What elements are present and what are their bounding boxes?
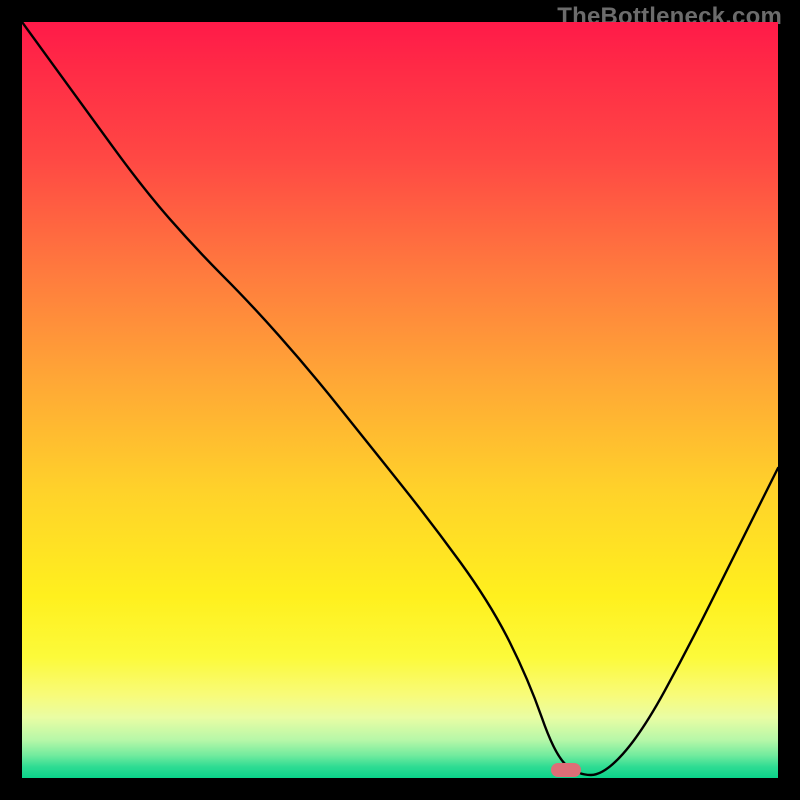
chart-frame: TheBottleneck.com bbox=[0, 0, 800, 800]
bottleneck-curve bbox=[22, 22, 778, 778]
optimal-point-marker bbox=[551, 763, 581, 777]
plot-area bbox=[22, 22, 778, 778]
